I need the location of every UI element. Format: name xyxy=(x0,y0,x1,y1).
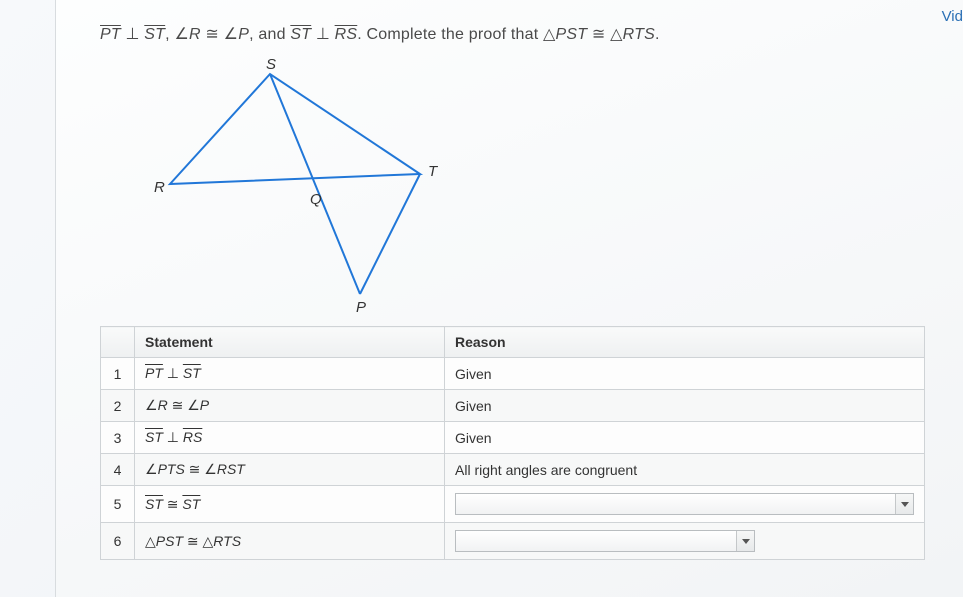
row-number: 2 xyxy=(101,390,135,422)
reason-cell: Given xyxy=(445,358,925,390)
chevron-down-icon xyxy=(895,494,913,514)
video-link[interactable]: Vid xyxy=(942,8,963,25)
statement-cell: ∠PTS ≅ ∠RST xyxy=(135,454,445,486)
row-number: 3 xyxy=(101,422,135,454)
chevron-down-icon xyxy=(736,531,754,551)
col-statement-header: Statement xyxy=(135,327,445,358)
reason-select[interactable] xyxy=(455,493,914,515)
reason-cell xyxy=(445,486,925,523)
row-number: 4 xyxy=(101,454,135,486)
table-row: 6△PST ≅ △RTS xyxy=(101,523,925,560)
vertex-p-label: P xyxy=(356,299,366,314)
statement-cell: ST ≅ ST xyxy=(135,486,445,523)
table-row: 2∠R ≅ ∠PGiven xyxy=(101,390,925,422)
table-row: 3ST ⊥ RSGiven xyxy=(101,422,925,454)
table-row: 4∠PTS ≅ ∠RSTAll right angles are congrue… xyxy=(101,454,925,486)
reason-cell: All right angles are congruent xyxy=(445,454,925,486)
statement-cell: ST ⊥ RS xyxy=(135,422,445,454)
statement-cell: △PST ≅ △RTS xyxy=(135,523,445,560)
row-number: 1 xyxy=(101,358,135,390)
reason-cell xyxy=(445,523,925,560)
proof-table: Statement Reason 1PT ⊥ STGiven2∠R ≅ ∠PGi… xyxy=(100,326,925,560)
col-reason-header: Reason xyxy=(445,327,925,358)
table-row: 1PT ⊥ STGiven xyxy=(101,358,925,390)
vertex-q-label: Q xyxy=(310,191,322,208)
row-number: 5 xyxy=(101,486,135,523)
vertex-s-label: S xyxy=(266,56,276,73)
problem-prompt: PT ⊥ ST, ∠R ≅ ∠P, and ST ⊥ RS. Complete … xyxy=(100,24,963,44)
reason-cell: Given xyxy=(445,422,925,454)
table-row: 5ST ≅ ST xyxy=(101,486,925,523)
reason-cell: Given xyxy=(445,390,925,422)
row-number: 6 xyxy=(101,523,135,560)
col-number-header xyxy=(101,327,135,358)
vertex-t-label: T xyxy=(428,163,439,180)
statement-cell: ∠R ≅ ∠P xyxy=(135,390,445,422)
vertex-r-label: R xyxy=(154,179,165,196)
statement-cell: PT ⊥ ST xyxy=(135,358,445,390)
reason-select[interactable] xyxy=(455,530,755,552)
geometry-diagram: S T R Q P xyxy=(140,54,480,314)
